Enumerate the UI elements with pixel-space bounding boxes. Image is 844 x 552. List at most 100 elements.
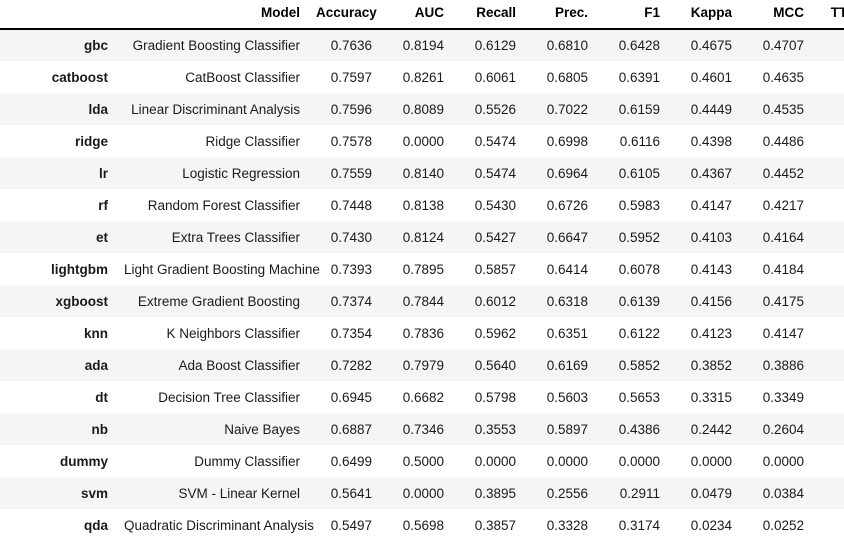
cell-model: Logistic Regression xyxy=(116,157,308,189)
cell-model: Light Gradient Boosting Machine xyxy=(116,253,320,285)
cell-recall: 0.6012 xyxy=(452,285,524,317)
cell-accuracy: 0.7374 xyxy=(308,285,380,317)
cell-f1: 0.6116 xyxy=(596,125,668,157)
cell-model: SVM - Linear Kernel xyxy=(116,477,308,509)
cell-prec: 0.5603 xyxy=(524,381,596,413)
cell-model: Quadratic Discriminant Analysis xyxy=(116,509,314,541)
cell-index: ridge xyxy=(0,125,116,157)
cell-mcc: 0.4147 xyxy=(740,317,812,349)
cell-mcc: 0.0000 xyxy=(740,445,812,477)
cell-model: Linear Discriminant Analysis xyxy=(116,93,308,125)
cell-tt-sec: 0.057 xyxy=(812,157,844,189)
cell-kappa: 0.0479 xyxy=(668,477,740,509)
cell-recall: 0.5798 xyxy=(452,381,524,413)
column-header-accuracy: Accuracy xyxy=(308,0,380,29)
cell-f1: 0.6105 xyxy=(596,157,668,189)
cell-tt-sec: 0.076 xyxy=(812,189,844,221)
cell-f1: 0.5653 xyxy=(596,381,668,413)
cell-tt-sec: 0.007 xyxy=(812,509,844,541)
column-header-mcc: MCC xyxy=(740,0,812,29)
cell-prec: 0.6726 xyxy=(524,189,596,221)
table-row: lda Linear Discriminant Analysis 0.7596 0.8… xyxy=(0,93,844,125)
cell-prec: 0.6805 xyxy=(524,61,596,93)
column-header-recall: Recall xyxy=(452,0,524,29)
cell-auc: 0.7346 xyxy=(380,413,452,445)
cell-f1: 0.0000 xyxy=(596,445,668,477)
cell-prec: 0.3328 xyxy=(524,509,596,541)
cell-f1: 0.6428 xyxy=(596,29,668,61)
cell-tt-sec: 0.079 xyxy=(812,253,844,285)
cell-prec: 0.0000 xyxy=(524,445,596,477)
cell-model: Ada Boost Classifier xyxy=(116,349,308,381)
cell-accuracy: 0.7596 xyxy=(308,93,380,125)
cell-kappa: 0.0234 xyxy=(668,509,740,541)
cell-model: Extreme Gradient Boosting xyxy=(116,285,308,317)
cell-auc: 0.8089 xyxy=(380,93,452,125)
cell-recall: 0.3553 xyxy=(452,413,524,445)
cell-accuracy: 0.7354 xyxy=(308,317,380,349)
cell-accuracy: 0.7597 xyxy=(308,61,380,93)
cell-index: ada xyxy=(0,349,116,381)
cell-mcc: 0.4635 xyxy=(740,61,812,93)
column-header-model: Model xyxy=(116,0,308,29)
cell-model: Ridge Classifier xyxy=(116,125,308,157)
cell-index: rf xyxy=(0,189,116,221)
cell-auc: 0.7844 xyxy=(380,285,452,317)
cell-index: knn xyxy=(0,317,116,349)
cell-mcc: 0.3886 xyxy=(740,349,812,381)
cell-recall: 0.5962 xyxy=(452,317,524,349)
cell-index: qda xyxy=(0,509,116,541)
cell-auc: 0.7836 xyxy=(380,317,452,349)
cell-f1: 0.5852 xyxy=(596,349,668,381)
cell-model: Random Forest Classifier xyxy=(116,189,308,221)
model-comparison-table: Model Accuracy AUC Recall Prec. F1 Kappa… xyxy=(0,0,844,541)
cell-kappa: 0.4398 xyxy=(668,125,740,157)
cell-mcc: 0.4535 xyxy=(740,93,812,125)
cell-f1: 0.2911 xyxy=(596,477,668,509)
cell-recall: 0.5430 xyxy=(452,189,524,221)
table-row: lightgbm Light Gradient Boosting Machine 0… xyxy=(0,253,844,285)
cell-kappa: 0.4156 xyxy=(668,285,740,317)
cell-prec: 0.5897 xyxy=(524,413,596,445)
cell-f1: 0.6159 xyxy=(596,93,668,125)
cell-accuracy: 0.7636 xyxy=(308,29,380,61)
table-row: qda Quadratic Discriminant Analysis 0.5497… xyxy=(0,509,844,541)
cell-recall: 0.3895 xyxy=(452,477,524,509)
cell-accuracy: 0.6499 xyxy=(308,445,380,477)
cell-model: Gradient Boosting Classifier xyxy=(116,29,308,61)
cell-index: catboost xyxy=(0,61,116,93)
cell-index: xgboost xyxy=(0,285,116,317)
cell-auc: 0.0000 xyxy=(380,125,452,157)
cell-accuracy: 0.5641 xyxy=(308,477,380,509)
table-row: xgboost Extreme Gradient Boosting 0.7374 0.… xyxy=(0,285,844,317)
cell-auc: 0.8261 xyxy=(380,61,452,93)
cell-kappa: 0.4601 xyxy=(668,61,740,93)
cell-tt-sec: 0.004 xyxy=(812,445,844,477)
model-comparison-table-container: Model Accuracy AUC Recall Prec. F1 Kappa… xyxy=(0,0,844,552)
cell-recall: 0.5474 xyxy=(452,157,524,189)
cell-prec: 0.6998 xyxy=(524,125,596,157)
cell-kappa: 0.3852 xyxy=(668,349,740,381)
cell-index: svm xyxy=(0,477,116,509)
table-row: ada Ada Boost Classifier 0.7282 0.7979 0.564… xyxy=(0,349,844,381)
column-header-tt-sec: TT (Sec) xyxy=(812,0,844,29)
cell-f1: 0.4386 xyxy=(596,413,668,445)
cell-mcc: 0.4707 xyxy=(740,29,812,61)
cell-model: Decision Tree Classifier xyxy=(116,381,308,413)
cell-index: lda xyxy=(0,93,116,125)
cell-mcc: 0.0252 xyxy=(740,509,812,541)
cell-prec: 0.6964 xyxy=(524,157,596,189)
cell-prec: 0.7022 xyxy=(524,93,596,125)
table-row: dummy Dummy Classifier 0.6499 0.5000 0.0000 0… xyxy=(0,445,844,477)
cell-accuracy: 0.7430 xyxy=(308,221,380,253)
cell-mcc: 0.4184 xyxy=(740,253,812,285)
cell-auc: 0.5000 xyxy=(380,445,452,477)
cell-auc: 0.8138 xyxy=(380,189,452,221)
cell-prec: 0.6810 xyxy=(524,29,596,61)
cell-recall: 0.5474 xyxy=(452,125,524,157)
cell-recall: 0.5427 xyxy=(452,221,524,253)
table-row: svm SVM - Linear Kernel 0.5641 0.0000 0.3895… xyxy=(0,477,844,509)
cell-auc: 0.5698 xyxy=(380,509,452,541)
cell-index: dt xyxy=(0,381,116,413)
cell-accuracy: 0.7448 xyxy=(308,189,380,221)
